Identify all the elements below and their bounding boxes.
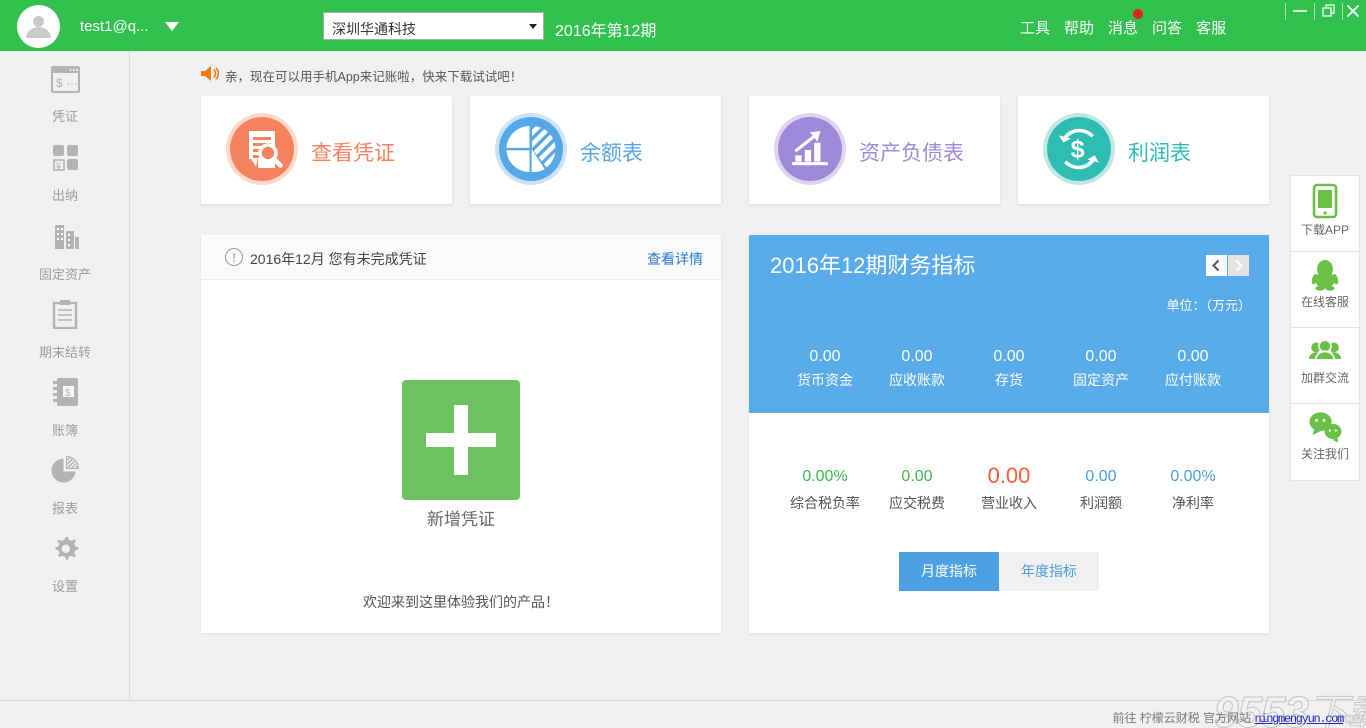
svg-text:$: $ <box>65 388 71 399</box>
svg-text:$ ···: $ ··· <box>56 76 78 90</box>
svg-text:¥: ¥ <box>55 161 62 171</box>
svg-text:$: $ <box>1071 135 1085 163</box>
